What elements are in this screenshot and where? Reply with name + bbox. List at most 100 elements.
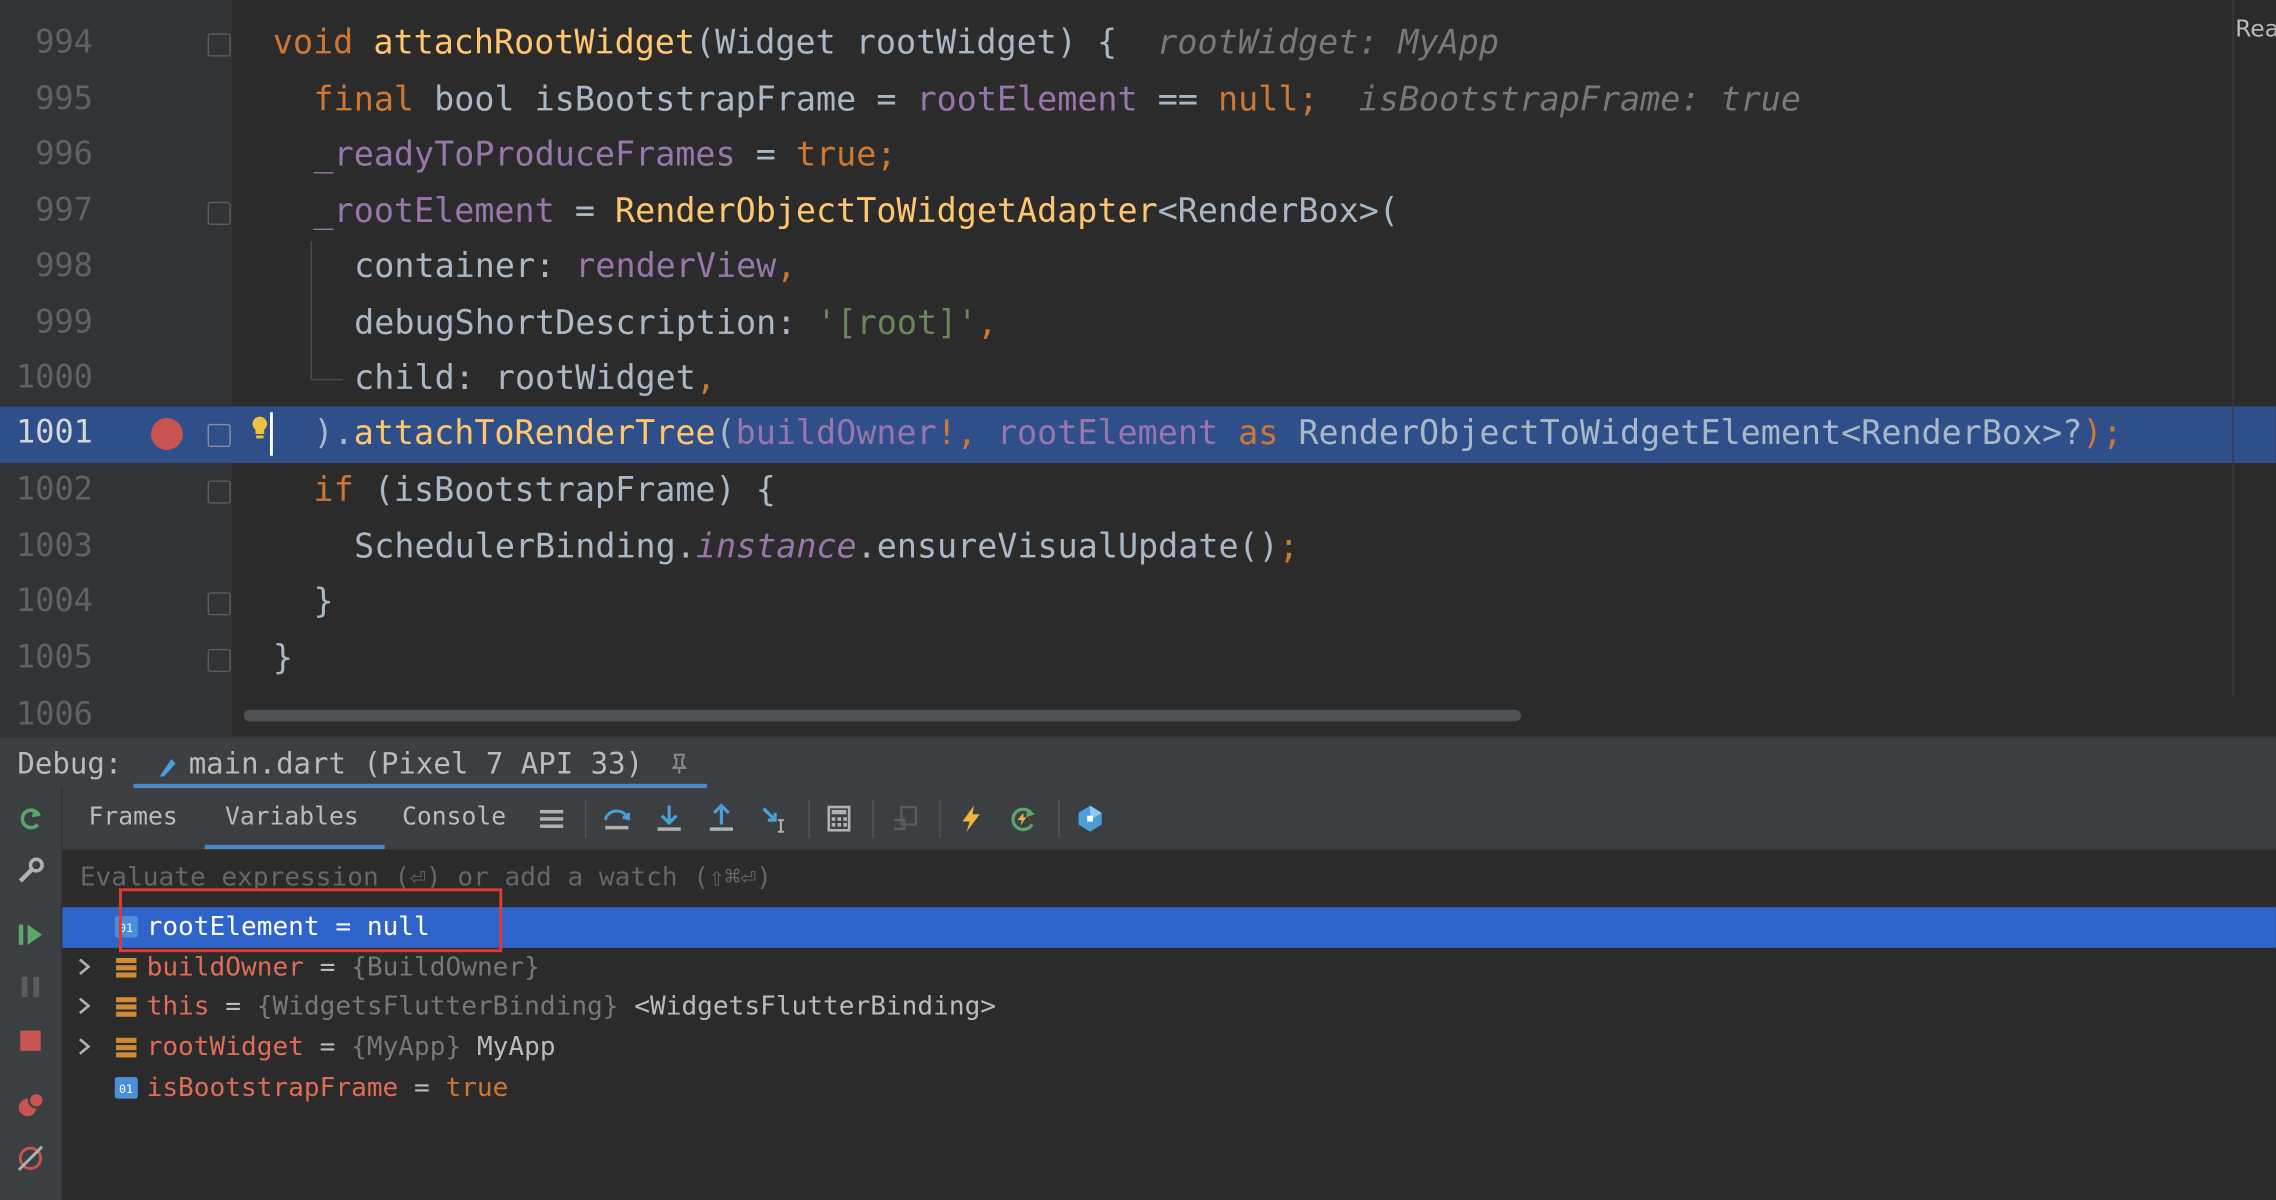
- step-into-icon[interactable]: [653, 803, 685, 835]
- variable-row[interactable]: this = {WidgetsFlutterBinding} <WidgetsF…: [62, 987, 2276, 1028]
- step-over-icon[interactable]: [601, 803, 633, 835]
- code-text: final bool isBootstrapFrame = rootElemen…: [313, 81, 1801, 120]
- drop-frame-icon[interactable]: [890, 803, 922, 835]
- debug-side-toolbar: [0, 788, 63, 1200]
- variable-row[interactable]: buildOwner = {BuildOwner}: [62, 948, 2276, 989]
- line-number: 995: [35, 81, 93, 118]
- variable-text: isBootstrapFrame = true: [146, 1072, 509, 1104]
- ide-window: 994 void attachRootWidget(Widget rootWid…: [0, 0, 2276, 1200]
- object-field-icon: [116, 1037, 137, 1058]
- tab-variables[interactable]: Variables: [204, 788, 385, 850]
- code-line[interactable]: 994 void attachRootWidget(Widget rootWid…: [0, 16, 2276, 72]
- lightbulb-icon[interactable]: [250, 415, 270, 441]
- hot-reload-icon[interactable]: [955, 803, 987, 835]
- variable-text: this = {WidgetsFlutterBinding} <WidgetsF…: [146, 991, 997, 1022]
- object-field-icon: [116, 957, 137, 978]
- code-line[interactable]: 1002 if (isBootstrapFrame) {: [0, 463, 2276, 519]
- pin-icon[interactable]: [670, 753, 688, 779]
- annotation-highlight-box: [119, 888, 503, 953]
- debug-label: Debug:: [17, 746, 123, 781]
- code-text: }: [272, 640, 293, 678]
- mute-breakpoints-icon[interactable]: [15, 1142, 47, 1174]
- code-text: debugShortDescription: '[root]',: [354, 304, 998, 343]
- scrollbar-thumb[interactable]: [243, 709, 1522, 722]
- inline-value-hint: isBootstrapFrame: true: [1358, 81, 1801, 120]
- view-breakpoints-icon[interactable]: [15, 1089, 47, 1121]
- code-text: }: [313, 583, 334, 622]
- wrench-icon[interactable]: [15, 855, 47, 887]
- code-line[interactable]: 999 debugShortDescription: '[root]',: [0, 296, 2276, 352]
- right-edge-panel: Rea: [2232, 0, 2276, 697]
- line-number: 997: [35, 193, 93, 230]
- debug-session-tab[interactable]: main.dart (Pixel 7 API 33): [133, 737, 707, 790]
- code-line[interactable]: 997 _rootElement = RenderObjectToWidgetA…: [0, 184, 2276, 240]
- line-number: 998: [35, 248, 93, 285]
- breakpoint-icon[interactable]: [150, 418, 183, 450]
- hot-restart-icon[interactable]: [1007, 803, 1039, 835]
- current-execution-line[interactable]: 1001 ).attachToRenderTree(buildOwner!, r…: [0, 406, 2276, 463]
- fold-marker-icon[interactable]: [207, 33, 231, 57]
- code-line[interactable]: 995 final bool isBootstrapFrame = rootEl…: [0, 73, 2276, 129]
- inline-value-hint: rootWidget: MyApp: [1157, 24, 1499, 63]
- line-number: 1001: [15, 415, 93, 452]
- line-number: 994: [35, 24, 93, 61]
- pause-icon[interactable]: [15, 971, 47, 1003]
- variable-text: buildOwner = {BuildOwner}: [146, 952, 540, 983]
- tab-frames[interactable]: Frames: [89, 788, 178, 849]
- expand-chevron-icon[interactable]: [77, 1036, 92, 1056]
- code-text: child: rootWidget,: [354, 359, 716, 398]
- step-out-icon[interactable]: [705, 803, 737, 835]
- code-line[interactable]: 996 _readyToProduceFrames = true;: [0, 128, 2276, 184]
- line-number: 999: [35, 304, 93, 342]
- variable-row[interactable]: 01 isBootstrapFrame = true: [62, 1068, 2276, 1109]
- svg-text:01: 01: [119, 1082, 133, 1096]
- fold-marker-icon[interactable]: [207, 423, 231, 448]
- code-line[interactable]: 998 container: renderView,: [0, 239, 2276, 295]
- code-text: if (isBootstrapFrame) {: [313, 471, 776, 510]
- text-cursor: [269, 412, 273, 456]
- expand-chevron-icon[interactable]: [77, 996, 92, 1016]
- code-text: SchedulerBinding.instance.ensureVisualUp…: [354, 528, 1299, 567]
- code-text: void attachRootWidget(Widget rootWidget)…: [272, 24, 1499, 63]
- tab-underline: [204, 844, 385, 850]
- line-number: 1006: [15, 696, 93, 734]
- primitive-value-icon: 01: [114, 1077, 138, 1099]
- fold-marker-icon[interactable]: [207, 592, 231, 616]
- object-field-icon: [116, 997, 137, 1017]
- dart-file-icon: [159, 758, 176, 776]
- line-number: 1000: [15, 359, 93, 397]
- horizontal-scrollbar[interactable]: [232, 705, 2276, 726]
- code-editor[interactable]: 994 void attachRootWidget(Widget rootWid…: [0, 0, 2276, 736]
- code-line[interactable]: 1005 }: [0, 631, 2276, 687]
- debug-session-label: main.dart (Pixel 7 API 33): [188, 746, 644, 781]
- debug-panel-header: Debug: main.dart (Pixel 7 API 33): [0, 735, 2276, 790]
- fold-marker-icon[interactable]: [207, 201, 231, 225]
- tab-console[interactable]: Console: [402, 788, 506, 849]
- line-number: 1004: [15, 583, 93, 620]
- rerun-icon[interactable]: [15, 803, 47, 835]
- run-to-cursor-icon[interactable]: [759, 803, 791, 835]
- code-text: _rootElement = RenderObjectToWidgetAdapt…: [313, 193, 1399, 231]
- resume-icon[interactable]: [15, 919, 47, 951]
- menu-icon[interactable]: [536, 803, 568, 835]
- code-line[interactable]: 1003 SchedulerBinding.instance.ensureVis…: [0, 520, 2276, 576]
- variable-row[interactable]: rootWidget = {MyApp} MyApp: [62, 1028, 2276, 1069]
- stop-icon[interactable]: [15, 1025, 47, 1057]
- fold-marker-icon[interactable]: [207, 480, 231, 504]
- expand-chevron-icon[interactable]: [77, 957, 92, 977]
- code-text: _readyToProduceFrames = true;: [313, 136, 897, 175]
- indent-guide: [310, 240, 313, 379]
- code-line[interactable]: 1004 }: [0, 575, 2276, 631]
- debug-toolbar: Frames Variables Console: [62, 788, 2276, 851]
- evaluate-expression-icon[interactable]: [823, 803, 855, 835]
- code-text: container: renderView,: [354, 248, 797, 286]
- line-number: 1003: [15, 528, 93, 565]
- variable-text: rootWidget = {MyApp} MyApp: [146, 1032, 556, 1063]
- indent-guide-corner: [310, 378, 343, 381]
- line-number: 1005: [15, 640, 93, 677]
- line-number: 1002: [15, 471, 93, 509]
- dart-devtools-icon[interactable]: [1074, 803, 1106, 835]
- fold-marker-icon[interactable]: [207, 648, 231, 673]
- line-number: 996: [35, 136, 93, 173]
- code-text: ).attachToRenderTree(buildOwner!, rootEl…: [313, 415, 2123, 453]
